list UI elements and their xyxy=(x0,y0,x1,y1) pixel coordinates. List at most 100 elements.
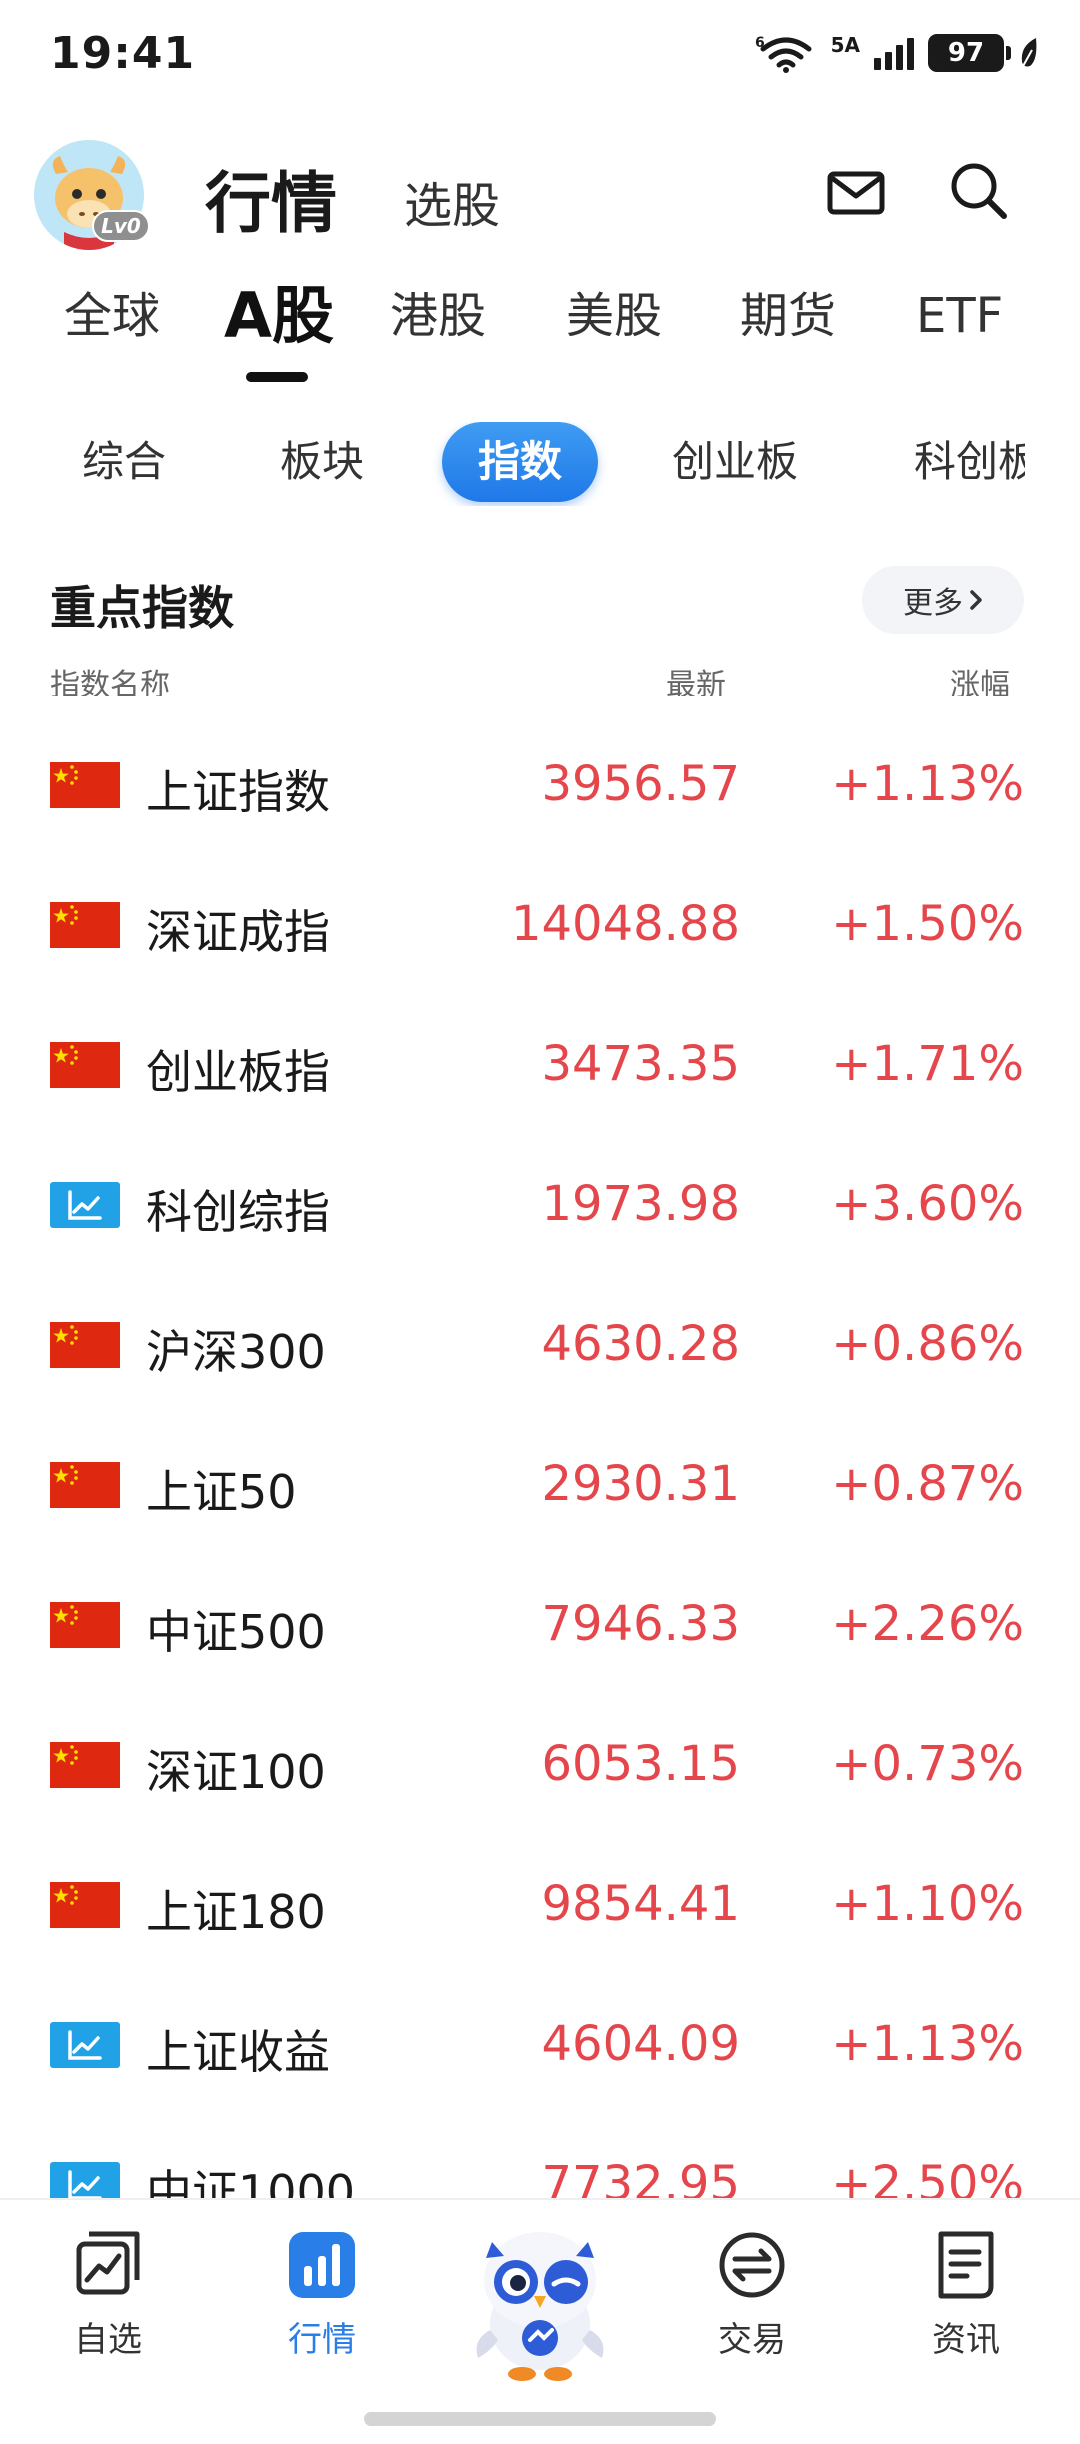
index-name: 上证指数 xyxy=(146,765,330,819)
subtab-overview[interactable]: 综合 xyxy=(82,422,166,502)
nav-trade[interactable]: 交易 xyxy=(682,2230,822,2361)
page-title[interactable]: 行情 xyxy=(205,150,337,246)
level-badge: Lv0 xyxy=(92,210,150,242)
china-flag-icon xyxy=(50,1602,120,1648)
more-label: 更多 xyxy=(903,586,963,621)
index-price: 6053.15 xyxy=(541,1736,741,1792)
china-flag-icon xyxy=(50,1322,120,1368)
status-bar: 19:41 6 5A 97 xyxy=(0,0,1080,110)
index-price: 2930.31 xyxy=(541,1456,741,1512)
index-name: 中证1000 xyxy=(146,2165,356,2198)
network-type-label: 5A xyxy=(830,33,860,57)
index-change: +1.50% xyxy=(831,896,1024,952)
tab-futures[interactable]: 期货 xyxy=(740,276,836,356)
index-name: 中证500 xyxy=(146,1605,326,1659)
trade-exchange-icon xyxy=(719,2232,785,2298)
index-change: +1.71% xyxy=(831,1036,1024,1092)
index-row[interactable]: 沪深300 4630.28 +0.86% xyxy=(0,1276,1080,1416)
index-row[interactable]: 科创综指 1973.98 +3.60% xyxy=(0,1136,1080,1276)
china-flag-icon xyxy=(50,1882,120,1928)
tab-us-shares[interactable]: 美股 xyxy=(566,276,662,356)
index-row[interactable]: 深证100 6053.15 +0.73% xyxy=(0,1696,1080,1836)
nav-label-news: 资讯 xyxy=(932,2320,1000,2360)
mail-icon[interactable] xyxy=(826,168,886,218)
market-bars-icon xyxy=(289,2232,355,2298)
index-name: 科创综指 xyxy=(146,1185,330,1239)
index-price: 7732.95 xyxy=(541,2156,741,2198)
bottom-nav: 自选 行情 交易 资讯 xyxy=(0,2198,1080,2444)
index-row[interactable]: 中证1000 7732.95 +2.50% xyxy=(0,2116,1080,2198)
index-change: +2.50% xyxy=(831,2156,1024,2198)
china-flag-icon xyxy=(50,1462,120,1508)
index-price: 14048.88 xyxy=(510,896,740,952)
index-change: +1.13% xyxy=(831,756,1024,812)
watchlist-icon xyxy=(76,2231,140,2295)
index-name: 深证100 xyxy=(146,1745,326,1799)
column-header-price: 最新 xyxy=(666,668,726,696)
leaf-icon xyxy=(1021,38,1037,69)
nav-label-trade: 交易 xyxy=(718,2320,786,2360)
index-change: +0.87% xyxy=(831,1456,1024,1512)
battery-icon: 97 xyxy=(928,34,1011,72)
sub-tabs: 综合 板块 指数 创业板 科创板 xyxy=(0,422,1025,506)
subtab-star-market[interactable]: 科创板 xyxy=(914,422,1025,502)
index-name: 上证50 xyxy=(146,1465,297,1519)
tab-global[interactable]: 全球 xyxy=(64,276,160,356)
home-indicator[interactable] xyxy=(364,2412,716,2426)
index-row[interactable]: 上证50 2930.31 +0.87% xyxy=(0,1416,1080,1556)
stock-picker-tab[interactable]: 选股 xyxy=(404,166,500,236)
trend-chart-icon xyxy=(50,1182,120,1228)
index-price: 9854.41 xyxy=(541,1876,741,1932)
index-change: +3.60% xyxy=(831,1176,1024,1232)
index-row[interactable]: 中证500 7946.33 +2.26% xyxy=(0,1556,1080,1696)
header: Lv0 行情 选股 xyxy=(0,130,1080,260)
index-row[interactable]: 上证收益 4604.09 +1.13% xyxy=(0,1976,1080,2116)
index-name: 创业板指 xyxy=(146,1045,330,1099)
index-list: 上证指数 3956.57 +1.13% 深证成指 14048.88 +1.50% 创业板指 3… xyxy=(0,716,1080,2198)
subtab-indices[interactable]: 指数 xyxy=(442,422,598,502)
index-row[interactable]: 上证180 9854.41 +1.10% xyxy=(0,1836,1080,1976)
column-header-change: 涨幅 xyxy=(950,668,1010,696)
china-flag-icon xyxy=(50,762,120,808)
tab-a-shares[interactable]: A股 xyxy=(224,276,334,356)
subtab-chinext[interactable]: 创业板 xyxy=(672,422,798,502)
status-icons: 6 5A 97 xyxy=(755,30,1040,76)
index-change: +0.73% xyxy=(831,1736,1024,1792)
more-button[interactable]: 更多 xyxy=(862,566,1024,634)
index-name: 上证180 xyxy=(146,1885,326,1939)
nav-news[interactable]: 资讯 xyxy=(896,2230,1036,2361)
owl-mascot-icon[interactable] xyxy=(462,2220,618,2384)
china-flag-icon xyxy=(50,902,120,948)
index-price: 7946.33 xyxy=(541,1596,741,1652)
china-flag-icon xyxy=(50,1042,120,1088)
index-row[interactable]: 创业板指 3473.35 +1.71% xyxy=(0,996,1080,1136)
section-title: 重点指数 xyxy=(50,581,234,635)
search-icon[interactable] xyxy=(948,160,1010,222)
subtab-sectors[interactable]: 板块 xyxy=(280,422,364,502)
tab-etf[interactable]: ETF xyxy=(916,276,1003,356)
wifi-icon: 6 xyxy=(755,35,812,73)
index-name: 上证收益 xyxy=(146,2025,330,2079)
index-row[interactable]: 深证成指 14048.88 +1.50% xyxy=(0,856,1080,996)
nav-market[interactable]: 行情 xyxy=(252,2230,392,2361)
index-change: +1.13% xyxy=(831,2016,1024,2072)
trend-chart-icon xyxy=(50,2022,120,2068)
chevron-right-icon xyxy=(970,590,982,610)
market-tabs: 全球 A股 港股 美股 期货 ETF xyxy=(0,276,1080,386)
trend-chart-icon xyxy=(50,2162,120,2198)
nav-label-market: 行情 xyxy=(288,2320,356,2360)
index-price: 1973.98 xyxy=(541,1176,741,1232)
index-price: 3956.57 xyxy=(541,756,741,812)
index-change: +0.86% xyxy=(831,1316,1024,1372)
index-name: 深证成指 xyxy=(146,905,330,959)
index-row[interactable]: 上证指数 3956.57 +1.13% xyxy=(0,716,1080,856)
index-change: +2.26% xyxy=(831,1596,1024,1652)
active-tab-indicator xyxy=(246,372,308,382)
nav-watchlist[interactable]: 自选 xyxy=(38,2230,178,2361)
status-time: 19:41 xyxy=(50,28,196,79)
tab-hk-shares[interactable]: 港股 xyxy=(390,276,486,356)
column-header-name: 指数名称 xyxy=(50,668,170,696)
index-change: +1.10% xyxy=(831,1876,1024,1932)
news-icon xyxy=(938,2231,994,2299)
cell-signal-icon xyxy=(874,36,914,70)
